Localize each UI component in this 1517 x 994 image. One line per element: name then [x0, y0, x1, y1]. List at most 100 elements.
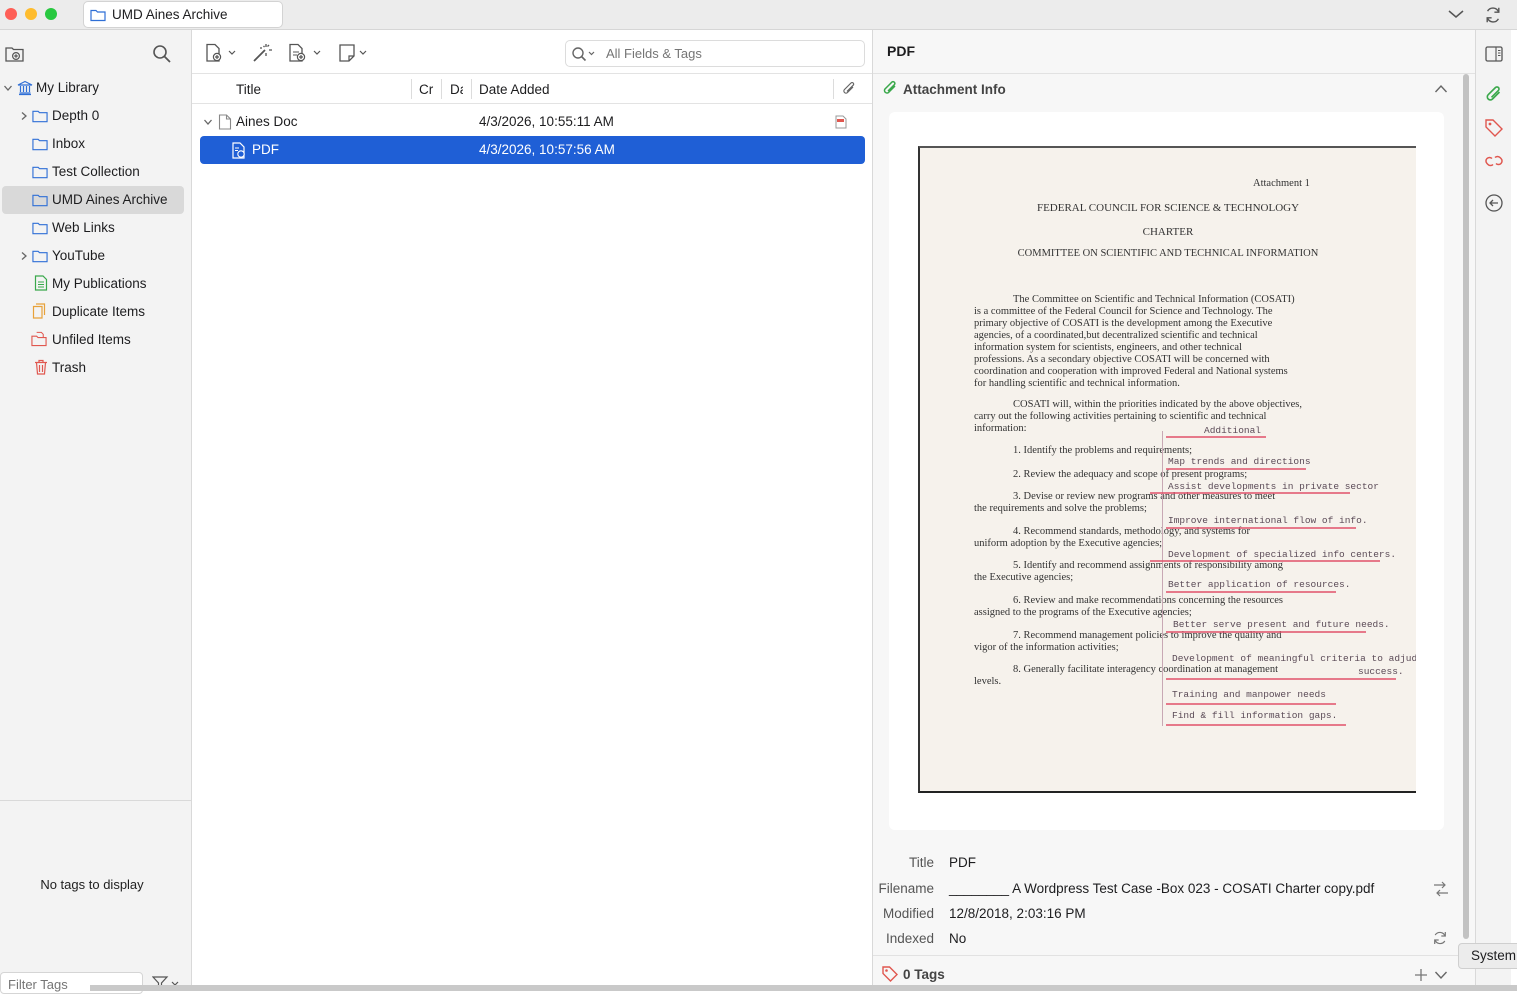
sidebar-item-my-publications[interactable]: My Publications — [0, 270, 192, 298]
attachment-icon[interactable] — [1484, 85, 1504, 105]
magic-wand-icon[interactable] — [251, 42, 273, 64]
sidebar-item-label: Web Links — [52, 220, 115, 235]
search-icon[interactable] — [152, 44, 172, 64]
attachment-info-header[interactable]: Attachment Info — [881, 80, 1006, 98]
table-row[interactable]: Aines Doc 4/3/2026, 10:55:11 AM — [200, 108, 865, 136]
field-value[interactable]: PDF — [949, 855, 976, 870]
column-title[interactable]: Title — [236, 82, 261, 97]
add-tag-icon[interactable] — [1414, 968, 1428, 982]
locate-icon[interactable] — [1484, 193, 1504, 213]
close-window-button[interactable] — [5, 8, 17, 20]
tab-title: UMD Aines Archive — [112, 7, 228, 22]
annotation-text: Better application of resources. — [1168, 579, 1351, 590]
doc-line: is a committee of the Federal Council fo… — [974, 306, 1273, 317]
zoom-window-button[interactable] — [45, 8, 57, 20]
sidebar-item-label: My Library — [36, 80, 100, 95]
doc-line: agencies, of a coordinated,but decentral… — [974, 330, 1258, 341]
title-bar: UMD Aines Archive — [0, 0, 1517, 30]
tag-icon — [882, 966, 898, 982]
chevron-down-icon[interactable] — [3, 83, 13, 93]
chevron-right-icon[interactable] — [19, 111, 29, 121]
tags-section-header[interactable]: 0 Tags — [881, 965, 945, 983]
field-indexed: Indexed No — [873, 928, 1473, 950]
chevron-right-icon[interactable] — [19, 251, 29, 261]
pdf-attachment-icon[interactable] — [834, 114, 848, 130]
tags-count: 0 Tags — [903, 966, 945, 982]
attachment-icon — [883, 80, 896, 94]
duplicates-icon — [32, 303, 46, 319]
new-note-icon[interactable] — [338, 43, 370, 63]
folder-icon — [32, 138, 48, 151]
row-title: Aines Doc — [236, 114, 298, 129]
sidebar-item-umd-aines-archive[interactable]: UMD Aines Archive — [2, 186, 184, 214]
folder-icon — [32, 250, 48, 263]
new-collection-icon[interactable] — [5, 45, 25, 63]
field-label: Indexed — [885, 931, 934, 946]
tag-selector: No tags to display — [0, 800, 191, 994]
tab-library[interactable]: UMD Aines Archive — [83, 1, 283, 28]
doc-heading: FEDERAL COUNCIL FOR SCIENCE & TECHNOLOGY — [1036, 202, 1300, 214]
doc-line: information: — [974, 423, 1027, 434]
annotation-text: Improve international flow of info. — [1168, 515, 1368, 526]
item-pane-sidenav — [1475, 30, 1511, 991]
sidebar-item-duplicate-items[interactable]: Duplicate Items — [0, 298, 192, 326]
table-row[interactable]: PDF 4/3/2026, 10:57:56 AM — [200, 136, 865, 164]
doc-line: the Executive agencies; — [974, 572, 1074, 583]
window-bottom-edge — [90, 985, 1517, 991]
reindex-icon[interactable] — [1432, 930, 1448, 946]
sidebar-item-my-library[interactable]: My Library — [0, 74, 192, 102]
column-headers: Title Cr Da Date Added — [192, 74, 872, 104]
sidebar-item-unfiled-items[interactable]: Unfiled Items — [0, 326, 192, 354]
row-title: PDF — [252, 142, 279, 157]
expand-section-icon[interactable] — [1434, 970, 1448, 980]
doc-line: 6. Review and make recommendations conce… — [1013, 595, 1283, 606]
no-tags-message: No tags to display — [40, 877, 144, 892]
toggle-pane-icon[interactable] — [1484, 44, 1504, 64]
tabs-menu-chevron-icon[interactable] — [1447, 7, 1465, 21]
trash-icon — [35, 359, 47, 375]
item-pane-scrollbar[interactable] — [1462, 74, 1470, 941]
new-item-icon[interactable] — [204, 43, 238, 63]
column-date-added[interactable]: Date Added — [479, 82, 550, 97]
folder-icon — [32, 110, 48, 123]
column-date[interactable]: Da — [450, 82, 463, 97]
rename-from-parent-icon[interactable] — [1432, 881, 1450, 897]
doc-line: for handling scientific and technical in… — [974, 378, 1180, 389]
related-icon[interactable] — [1484, 151, 1504, 171]
scrollbar-thumb[interactable] — [1463, 74, 1469, 939]
doc-line: COSATI will, within the priorities indic… — [1013, 399, 1302, 410]
search-mode-icon[interactable] — [571, 46, 601, 62]
annotation-text: Training and manpower needs — [1172, 689, 1326, 700]
sidebar-item-label: UMD Aines Archive — [52, 192, 168, 207]
sidebar-item-depth-0[interactable]: Depth 0 — [0, 102, 192, 130]
attachment-column-icon[interactable] — [841, 81, 857, 97]
annotation-bracket — [1162, 431, 1163, 726]
search-box[interactable] — [565, 40, 865, 67]
doc-line: information system for scientists, engin… — [974, 342, 1242, 353]
field-filename: Filename ________ A Wordpress Test Case … — [873, 878, 1473, 900]
sidebar-item-web-links[interactable]: Web Links — [0, 214, 192, 242]
add-attachment-icon[interactable] — [287, 43, 323, 63]
field-title: Title PDF — [873, 852, 1473, 874]
annotation-text: Map trends and directions — [1168, 456, 1311, 467]
sidebar-item-inbox[interactable]: Inbox — [0, 130, 192, 158]
doc-line: the requirements and solve the problems; — [974, 503, 1147, 514]
tag-icon[interactable] — [1484, 118, 1504, 138]
sidebar-item-trash[interactable]: Trash — [0, 354, 192, 382]
minimize-window-button[interactable] — [25, 8, 37, 20]
sync-icon[interactable] — [1483, 5, 1503, 25]
chevron-down-icon[interactable] — [203, 117, 213, 127]
items-pane: Title Cr Da Date Added Aines Doc 4/3/202… — [192, 30, 872, 991]
publications-icon — [34, 275, 48, 291]
collapse-section-icon[interactable] — [1434, 84, 1448, 94]
sidebar-item-youtube[interactable]: YouTube — [0, 242, 192, 270]
doc-line: professions. As a secondary objective CO… — [974, 354, 1270, 365]
field-value[interactable]: ________ A Wordpress Test Case -Box 023 … — [949, 881, 1374, 896]
sidebar-item-label: Test Collection — [52, 164, 140, 179]
column-creator[interactable]: Cr — [419, 82, 435, 97]
doc-line: 8. Generally facilitate interagency coor… — [1013, 664, 1279, 675]
sidebar-item-test-collection[interactable]: Test Collection — [0, 158, 192, 186]
attachment-preview[interactable]: Attachment 1 FEDERAL COUNCIL FOR SCIENCE… — [889, 112, 1444, 830]
search-input[interactable] — [606, 46, 846, 61]
doc-line: primary objective of COSATI is the devel… — [974, 318, 1273, 329]
